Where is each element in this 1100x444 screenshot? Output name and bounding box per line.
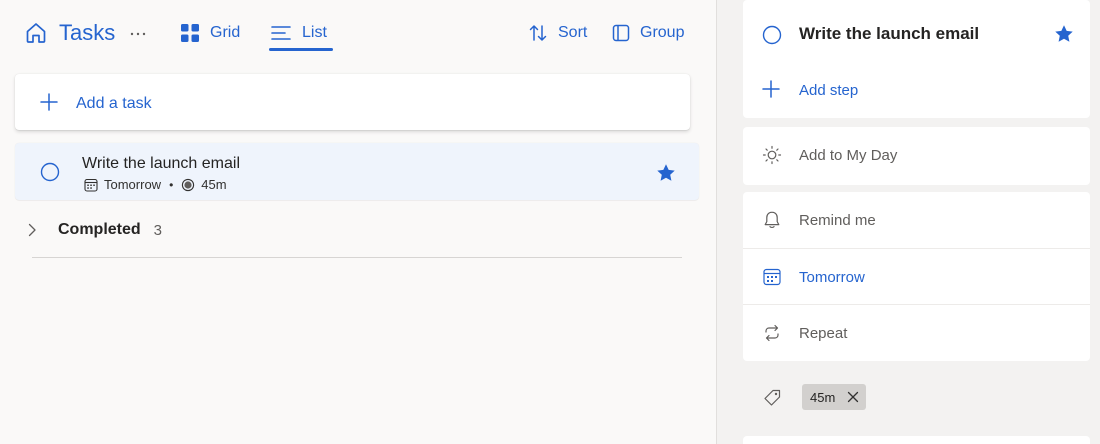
remind-me-label: Remind me xyxy=(799,212,876,229)
active-view-indicator xyxy=(269,48,333,51)
completed-count: 3 xyxy=(153,221,163,239)
sort-button[interactable]: Sort xyxy=(528,18,587,48)
task-duration: 45m xyxy=(201,177,227,192)
task-item[interactable]: Write the launch email Tomorrow • 45m xyxy=(15,143,699,200)
category-input[interactable] xyxy=(873,386,1073,408)
details-title-card: Write the launch email Add step xyxy=(743,0,1090,118)
bell-icon xyxy=(762,210,782,230)
list-title: Tasks xyxy=(59,20,116,45)
star-icon[interactable] xyxy=(1053,23,1075,45)
add-to-my-day-label: Add to My Day xyxy=(799,147,898,164)
more-options-icon[interactable] xyxy=(128,24,148,44)
calendar-icon xyxy=(762,267,782,287)
remind-me-button[interactable]: Remind me xyxy=(743,192,1090,248)
completed-label: Completed xyxy=(58,221,141,238)
add-step-button[interactable]: Add step xyxy=(799,82,858,99)
task-due-date: Tomorrow xyxy=(104,177,162,192)
meta-separator: • xyxy=(169,177,174,192)
chevron-right-icon xyxy=(24,222,40,238)
schedule-card: Remind me Tomorrow Repeat xyxy=(743,192,1090,361)
duration-tag-icon xyxy=(181,178,195,192)
group-button[interactable]: Group xyxy=(612,18,684,48)
repeat-icon xyxy=(762,323,782,343)
category-chip-label: 45m xyxy=(810,389,836,405)
notes-card xyxy=(743,436,1090,444)
task-meta: Tomorrow • 45m xyxy=(84,177,227,192)
grid-view-button[interactable]: Grid xyxy=(180,18,240,48)
plus-icon xyxy=(39,92,59,112)
list-view-button[interactable]: List xyxy=(270,18,327,48)
plus-icon xyxy=(761,79,781,99)
add-task-input[interactable]: Add a task xyxy=(15,74,690,130)
task-details-pane: Write the launch email Add step Add to M… xyxy=(716,0,1100,444)
add-to-my-day-button[interactable]: Add to My Day xyxy=(743,127,1090,183)
repeat-button[interactable]: Repeat xyxy=(743,305,1090,361)
category-chip[interactable]: 45m xyxy=(802,384,866,410)
categories-card: 45m xyxy=(743,370,1090,426)
group-icon xyxy=(612,24,630,42)
grid-view-label: Grid xyxy=(210,24,241,41)
due-date-button[interactable]: Tomorrow xyxy=(743,249,1090,305)
sun-icon xyxy=(762,145,782,165)
tag-icon xyxy=(762,388,782,408)
list-header: Tasks Grid List Sort Group xyxy=(0,0,716,60)
home-icon[interactable] xyxy=(24,21,48,45)
star-icon[interactable] xyxy=(655,162,677,184)
complete-task-circle-icon[interactable] xyxy=(39,161,61,183)
calendar-icon xyxy=(84,178,98,192)
completed-section-toggle[interactable]: Completed 3 xyxy=(24,218,162,242)
group-label: Group xyxy=(640,24,685,41)
add-task-placeholder: Add a task xyxy=(76,95,152,112)
my-day-card: Add to My Day xyxy=(743,127,1090,185)
details-task-title[interactable]: Write the launch email xyxy=(799,24,979,44)
repeat-label: Repeat xyxy=(799,325,848,342)
list-icon xyxy=(270,23,292,43)
grid-icon xyxy=(180,23,200,43)
sort-icon xyxy=(528,23,548,43)
task-title: Write the launch email xyxy=(82,155,240,172)
sort-label: Sort xyxy=(558,24,588,41)
close-icon[interactable] xyxy=(847,391,859,403)
list-view-label: List xyxy=(302,24,327,41)
due-date-label: Tomorrow xyxy=(799,269,865,286)
task-list-pane: Tasks Grid List Sort Group Add a task Wr… xyxy=(0,0,716,444)
complete-task-circle-icon[interactable] xyxy=(761,24,783,46)
section-divider xyxy=(32,257,682,258)
